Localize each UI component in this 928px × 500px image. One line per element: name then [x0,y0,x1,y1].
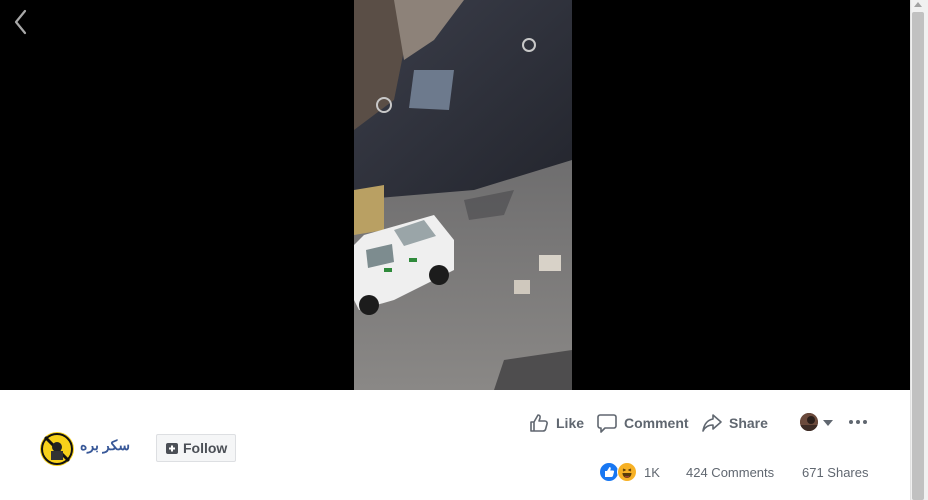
follow-button[interactable]: Follow [156,434,236,462]
chevron-down-icon[interactable] [823,420,833,426]
scroll-up-arrow[interactable] [914,2,922,7]
chevron-left-icon [14,9,27,35]
reaction-count[interactable]: 1K [644,465,660,480]
share-label: Share [729,415,768,431]
ellipsis-icon [856,420,860,424]
page-name[interactable]: سكر بره [80,437,130,454]
haha-reaction-icon [617,462,637,482]
page-logo [41,433,73,465]
share-arrow-icon [702,414,722,432]
like-label: Like [556,415,585,431]
ellipsis-icon [849,420,853,424]
comment-label: Comment [624,415,689,431]
page-avatar[interactable] [40,432,74,466]
viewer-avatar[interactable] [800,413,818,431]
scrollbar-thumb[interactable] [912,12,924,500]
shares-count[interactable]: 671 Shares [802,465,869,480]
follow-plus-icon [166,443,178,454]
viewer-photo [800,413,818,431]
follow-label: Follow [183,440,228,456]
ellipsis-icon [863,420,867,424]
reaction-icons[interactable] [599,462,643,484]
thumbs-up-icon [530,414,548,432]
video-still [354,0,572,390]
speech-bubble-icon [597,414,617,433]
like-button[interactable]: Like [528,410,584,436]
share-button[interactable]: Share [701,410,768,436]
video-frame[interactable] [354,0,572,390]
comments-count[interactable]: 424 Comments [686,465,774,480]
more-options-button[interactable] [847,412,869,432]
comment-button[interactable]: Comment [596,410,689,436]
post-footer [0,390,910,500]
video-viewer[interactable] [0,0,910,390]
back-button[interactable] [10,8,32,36]
like-reaction-icon [599,462,619,482]
